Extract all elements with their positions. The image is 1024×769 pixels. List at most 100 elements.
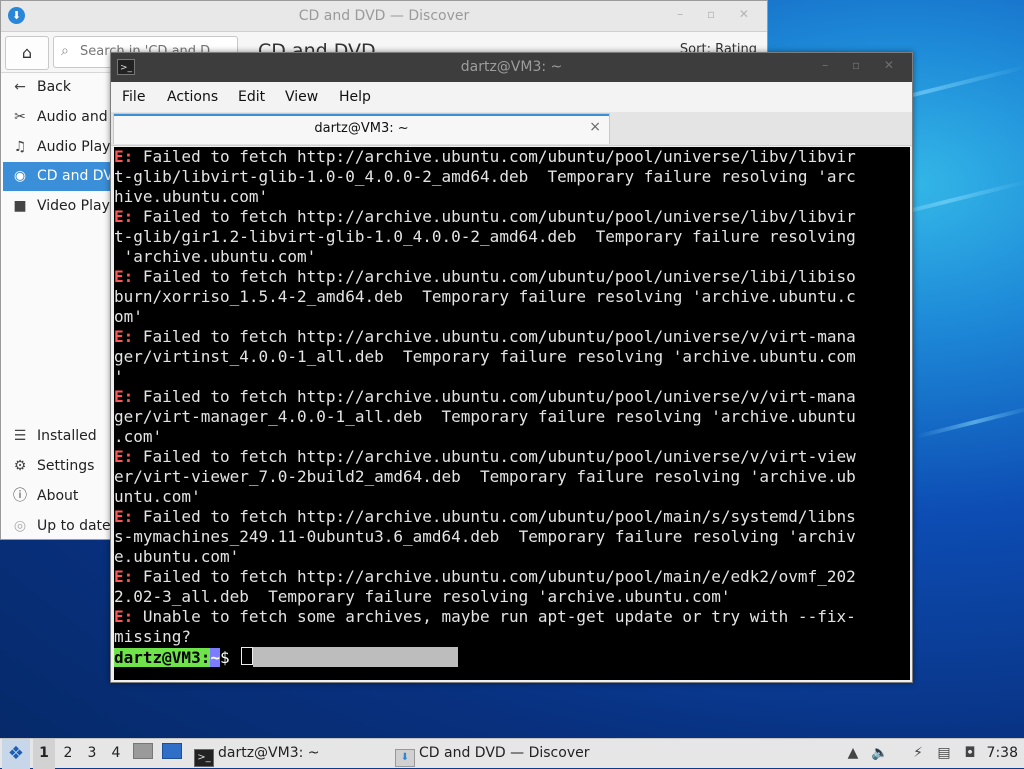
home-icon: ⌂ (21, 43, 33, 62)
start-menu-button[interactable]: ❖ (2, 739, 30, 769)
sidebar-item-label: Settings (37, 458, 95, 474)
arrow-left-icon: ← (14, 79, 26, 95)
menu-actions[interactable]: Actions (167, 89, 218, 105)
error-tag: E: (114, 447, 134, 466)
error-tag: E: (114, 327, 134, 346)
input-selection-highlight (253, 647, 459, 667)
home-button[interactable]: ⌂ (5, 36, 49, 70)
workspace-1[interactable]: 1 (33, 739, 55, 769)
terminal-line: er/virt-viewer_7.0-2build2_amd64.deb Tem… (114, 467, 910, 487)
terminal-line: missing? (114, 627, 910, 647)
terminal-line: e.ubuntu.com' (114, 547, 910, 567)
terminal-output[interactable]: E: Failed to fetch http://archive.ubuntu… (114, 147, 910, 680)
line-text: untu.com' (114, 487, 201, 506)
line-text: er/virt-viewer_7.0-2build2_amd64.deb Tem… (114, 467, 856, 486)
terminal-tab[interactable]: dartz@VM3: ~ × (113, 113, 610, 144)
terminal-line: E: Failed to fetch http://archive.ubuntu… (114, 507, 910, 527)
error-tag: E: (114, 267, 134, 286)
line-text: Failed to fetch http://archive.ubuntu.co… (133, 207, 856, 226)
clipboard-icon[interactable]: ▤ (934, 739, 954, 769)
line-text: Failed to fetch http://archive.ubuntu.co… (133, 327, 856, 346)
volume-icon[interactable]: 🔈 (870, 739, 890, 769)
error-tag: E: (114, 207, 134, 226)
menu-edit[interactable]: Edit (238, 89, 265, 105)
close-tab-icon[interactable]: × (589, 119, 601, 135)
sidebar-item-label: Audio and Video (37, 109, 111, 125)
line-text: ger/virtinst_4.0.0-1_all.deb Temporary f… (114, 347, 856, 366)
terminal-line: E: Unable to fetch some archives, maybe … (114, 607, 910, 627)
video-camera-icon: ■ (13, 198, 27, 214)
error-tag: E: (114, 387, 134, 406)
discover-icon: ⬇ (395, 749, 415, 767)
prompt-user: dartz@VM3 (114, 648, 201, 667)
scissors-icon: ✂ (14, 109, 26, 125)
terminal-line: E: Failed to fetch http://archive.ubuntu… (114, 267, 910, 287)
terminal-line: 'archive.ubuntu.com' (114, 247, 910, 267)
taskbar: ❖ 1 2 3 4 >_ dartz@VM3: ~ ⬇ CD and DVD — D… (0, 738, 1024, 769)
notification-icon[interactable]: ◘ (960, 739, 980, 769)
terminal-line: burn/xorriso_1.5.4-2_amd64.deb Temporary… (114, 287, 910, 307)
lubuntu-logo-icon: ❖ (7, 743, 25, 764)
terminal-line: E: Failed to fetch http://archive.ubuntu… (114, 567, 910, 587)
update-notifier-icon[interactable]: ▲ (843, 739, 863, 769)
terminal-line: E: Failed to fetch http://archive.ubuntu… (114, 327, 910, 347)
discover-window-title: CD and DVD — Discover (298, 8, 470, 24)
sidebar-item-about[interactable]: ⓘ About (3, 482, 111, 511)
sidebar-item-cd-and-dvd[interactable]: ◉ CD and DVD (3, 162, 111, 191)
terminal-line: .com' (114, 427, 910, 447)
menu-help[interactable]: Help (339, 89, 371, 105)
network-icon[interactable]: ⚡ (908, 739, 928, 769)
terminal-line: E: Failed to fetch http://archive.ubuntu… (114, 147, 910, 167)
terminal-lines: E: Failed to fetch http://archive.ubuntu… (114, 147, 910, 647)
menu-file[interactable]: File (122, 89, 145, 105)
window-controls[interactable]: – ▫ ✕ (822, 58, 904, 72)
sidebar-item-label: Video Players (37, 198, 111, 214)
task-discover[interactable]: ⬇ CD and DVD — Discover (395, 739, 589, 769)
terminal-line: s-mymachines_249.11-0ubuntu3.6_amd64.deb… (114, 527, 910, 547)
sidebar-item-audio-and-video[interactable]: ✂ Audio and Video (3, 103, 111, 132)
error-tag: E: (114, 147, 134, 166)
info-icon: ⓘ (13, 488, 27, 504)
menu-view[interactable]: View (285, 89, 318, 105)
sidebar-item-back[interactable]: ← Back (3, 73, 111, 102)
workspace-4[interactable]: 4 (105, 739, 127, 769)
terminal-menubar: File Actions Edit View Help (111, 82, 912, 112)
line-text: Failed to fetch http://archive.ubuntu.co… (133, 267, 856, 286)
sidebar-item-audio-players[interactable]: ♫ Audio Players (3, 133, 111, 162)
task-label: CD and DVD — Discover (419, 745, 590, 761)
workspace-2[interactable]: 2 (57, 739, 79, 769)
discover-titlebar[interactable]: ⬇ CD and DVD — Discover – ▫ ✕ (1, 1, 767, 32)
sidebar-item-settings[interactable]: ⚙ Settings (3, 452, 111, 481)
sidebar-item-label: Installed (37, 428, 97, 444)
sidebar-item-up-to-date[interactable]: ◎ Up to date (3, 512, 111, 541)
line-text: ger/virt-manager_4.0.0-1_all.deb Tempora… (114, 407, 856, 426)
sidebar-item-label: About (37, 488, 79, 504)
task-terminal[interactable]: >_ dartz@VM3: ~ (194, 739, 320, 769)
show-desktop-icon[interactable] (161, 739, 183, 769)
gear-icon: ⚙ (13, 458, 27, 474)
terminal-titlebar[interactable]: >_ dartz@VM3: ~ – ▫ ✕ (111, 53, 912, 82)
headphones-icon: ♫ (13, 139, 27, 155)
line-text: e.ubuntu.com' (114, 547, 240, 566)
sidebar-item-video-players[interactable]: ■ Video Players (3, 192, 111, 221)
prompt-symbol: $ (219, 648, 240, 667)
line-text: ' (114, 367, 124, 386)
line-text: burn/xorriso_1.5.4-2_amd64.deb Temporary… (114, 287, 856, 306)
sidebar-item-label: CD and DVD (37, 168, 111, 184)
sidebar-item-installed[interactable]: ☰ Installed (3, 422, 111, 451)
workspace-3[interactable]: 3 (81, 739, 103, 769)
window-controls[interactable]: – ▫ ✕ (677, 7, 759, 21)
terminal-line: hive.ubuntu.com' (114, 187, 910, 207)
task-label: dartz@VM3: ~ (218, 745, 320, 761)
terminal-line: t-glib/gir1.2-libvirt-glib-1.0_4.0.0-2_a… (114, 227, 910, 247)
terminal-line: ger/virt-manager_4.0.0-1_all.deb Tempora… (114, 407, 910, 427)
prompt-path: ~ (210, 648, 220, 667)
clock[interactable]: 7:38 (987, 739, 1018, 769)
wallpaper-streak (916, 405, 1024, 439)
terminal-prompt-line[interactable]: dartz@VM3:~$ (114, 647, 910, 668)
file-manager-icon[interactable] (132, 739, 154, 769)
sidebar-item-label: Back (37, 79, 71, 95)
line-text: Failed to fetch http://archive.ubuntu.co… (133, 507, 856, 526)
error-tag: E: (114, 567, 134, 586)
terminal-line: E: Failed to fetch http://archive.ubuntu… (114, 387, 910, 407)
